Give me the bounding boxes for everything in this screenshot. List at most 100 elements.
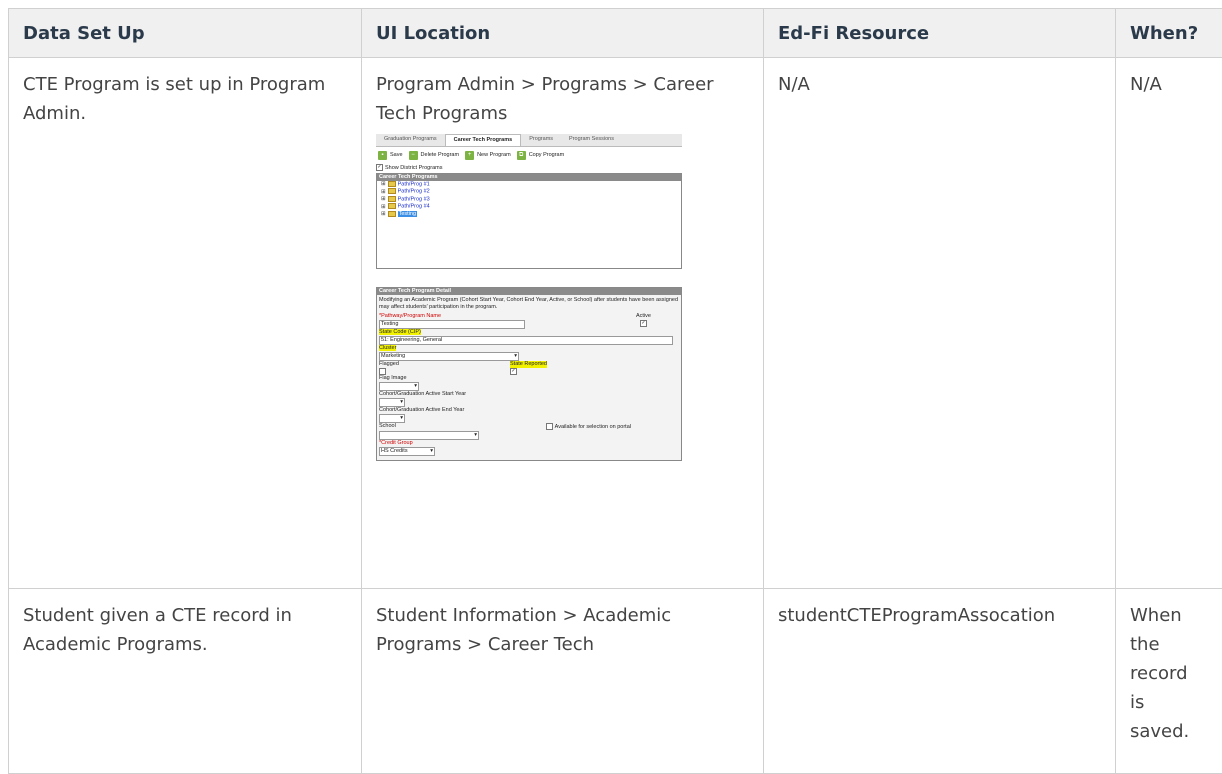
delete-icon: − bbox=[409, 151, 418, 160]
folder-icon bbox=[388, 188, 396, 194]
folder-icon bbox=[388, 181, 396, 187]
cell-data-set-up: CTE Program is set up in Program Admin. bbox=[9, 58, 362, 589]
credit-group-value: HS Credits bbox=[381, 448, 408, 454]
cell-data-set-up: Student given a CTE record in Academic P… bbox=[9, 589, 362, 774]
copy-icon: ⧉ bbox=[517, 151, 526, 160]
active-label: Active bbox=[636, 313, 651, 320]
cluster-select: Marketing ▾ bbox=[379, 352, 519, 361]
program-admin-screenshot: Graduation Programs Career Tech Programs… bbox=[376, 134, 682, 461]
flagged-label: Flagged bbox=[377, 361, 399, 368]
tree-item-label: Path/Prog #4 bbox=[398, 204, 430, 210]
flag-image-select: ▾ bbox=[379, 382, 419, 391]
program-tree: Career Tech Programs ⊞Path/Prog #1 ⊞Path… bbox=[376, 173, 682, 269]
cell-text: When the record is saved. bbox=[1130, 601, 1190, 746]
program-detail-panel: Career Tech Program Detail Modifying an … bbox=[376, 287, 682, 461]
copy-label: Copy Program bbox=[529, 152, 564, 159]
checkbox-checked-icon: ✓ bbox=[376, 164, 383, 171]
cell-when: When the record is saved. bbox=[1116, 589, 1222, 774]
save-icon: ▪ bbox=[378, 151, 387, 160]
state-reported-checkbox-icon: ✓ bbox=[510, 368, 517, 375]
cell-text: Program Admin > Programs > Career Tech P… bbox=[376, 70, 749, 128]
detail-header: Career Tech Program Detail bbox=[377, 288, 681, 295]
expand-icon: ⊞ bbox=[381, 211, 386, 217]
tree-item-label: Path/Prog #3 bbox=[398, 196, 430, 202]
screenshot-toolbar: ▪Save −Delete Program +New Program ⧉Copy… bbox=[376, 147, 682, 164]
cell-when: N/A bbox=[1116, 58, 1222, 589]
screenshot-tabs: Graduation Programs Career Tech Programs… bbox=[376, 134, 682, 147]
detail-note: Modifying an Academic Program (Cohort St… bbox=[377, 295, 681, 313]
credit-group-label: *Credit Group bbox=[377, 440, 681, 447]
expand-icon: ⊞ bbox=[381, 196, 386, 202]
tree-item-label: Path/Prog #1 bbox=[398, 181, 430, 187]
new-program-button: +New Program bbox=[465, 151, 511, 160]
table-row: Student given a CTE record in Academic P… bbox=[9, 589, 1222, 774]
chevron-down-icon: ▾ bbox=[514, 353, 517, 360]
cohort-end-label: Cohort/Graduation Active End Year bbox=[377, 407, 681, 414]
active-checkbox-icon: ✓ bbox=[640, 320, 647, 327]
cell-text: N/A bbox=[778, 70, 1101, 99]
folder-icon bbox=[388, 196, 396, 202]
copy-program-button: ⧉Copy Program bbox=[517, 151, 564, 160]
expand-icon: ⊞ bbox=[381, 181, 386, 187]
table-row: CTE Program is set up in Program Admin. … bbox=[9, 58, 1222, 589]
tree-item: ⊞ Path/Prog #3 bbox=[377, 196, 681, 203]
cohort-start-select: ▾ bbox=[379, 398, 405, 407]
tab-programs: Programs bbox=[521, 134, 561, 146]
save-button: ▪Save bbox=[378, 151, 403, 160]
tree-item: ⊞ Path/Prog #1 bbox=[377, 181, 681, 188]
header-ui-location: UI Location bbox=[362, 9, 764, 58]
cell-edfi-resource: studentCTEProgramAssocation bbox=[764, 589, 1116, 774]
header-data-set-up: Data Set Up bbox=[9, 9, 362, 58]
delete-program-button: −Delete Program bbox=[409, 151, 460, 160]
plus-icon: + bbox=[465, 151, 474, 160]
cell-text: Student given a CTE record in Academic P… bbox=[23, 601, 347, 659]
cell-ui-location: Program Admin > Programs > Career Tech P… bbox=[362, 58, 764, 589]
portal-checkbox-icon bbox=[546, 423, 553, 430]
chevron-down-icon: ▾ bbox=[414, 383, 417, 390]
new-label: New Program bbox=[477, 152, 511, 159]
flag-image-label: Flag Image bbox=[377, 375, 681, 382]
data-setup-table: Data Set Up UI Location Ed-Fi Resource W… bbox=[8, 8, 1222, 774]
chevron-down-icon: ▾ bbox=[430, 448, 433, 455]
chevron-down-icon: ▾ bbox=[474, 432, 477, 439]
portal-label: Available for selection on portal bbox=[555, 424, 631, 430]
cluster-value: Marketing bbox=[381, 353, 405, 359]
tab-program-sessions: Program Sessions bbox=[561, 134, 622, 146]
cell-edfi-resource: N/A bbox=[764, 58, 1116, 589]
state-code-field: 51: Engineering, General bbox=[379, 336, 673, 345]
tab-career-tech-programs: Career Tech Programs bbox=[445, 134, 522, 146]
cluster-label: Cluster bbox=[379, 345, 396, 351]
tree-item-label: Path/Prog #2 bbox=[398, 189, 430, 195]
tree-item: ⊞Path/Prog #2 bbox=[377, 188, 681, 195]
tree-item-label-selected: Testing bbox=[398, 211, 417, 217]
credit-group-select: HS Credits ▾ bbox=[379, 447, 435, 456]
tree-item: ⊞ Testing bbox=[377, 211, 681, 218]
expand-icon: ⊞ bbox=[381, 204, 386, 210]
name-field: Testing bbox=[379, 320, 525, 329]
cell-ui-location: Student Information > Academic Programs … bbox=[362, 589, 764, 774]
chevron-down-icon: ▾ bbox=[400, 415, 403, 422]
show-district-checkbox: ✓Show District Programs bbox=[376, 164, 682, 172]
folder-icon bbox=[388, 203, 396, 209]
show-district-label: Show District Programs bbox=[385, 165, 442, 171]
school-select: ▾ bbox=[379, 431, 479, 440]
cell-text: Student Information > Academic Programs … bbox=[376, 601, 749, 659]
school-label: School bbox=[377, 423, 396, 431]
header-edfi-resource: Ed-Fi Resource bbox=[764, 9, 1116, 58]
tab-graduation-programs: Graduation Programs bbox=[376, 134, 445, 146]
state-reported-label: State Reported bbox=[510, 361, 547, 368]
tree-header: Career Tech Programs bbox=[377, 174, 681, 181]
cell-text: studentCTEProgramAssocation bbox=[778, 601, 1101, 630]
name-label: *Pathway/Program Name bbox=[377, 313, 441, 320]
delete-label: Delete Program bbox=[421, 152, 460, 159]
table-header-row: Data Set Up UI Location Ed-Fi Resource W… bbox=[9, 9, 1222, 58]
cell-text: CTE Program is set up in Program Admin. bbox=[23, 70, 347, 128]
flagged-checkbox-icon bbox=[379, 368, 386, 375]
cohort-end-select: ▾ bbox=[379, 414, 405, 423]
chevron-down-icon: ▾ bbox=[400, 399, 403, 406]
tree-item: ⊞ Path/Prog #4 bbox=[377, 203, 681, 210]
cohort-start-label: Cohort/Graduation Active Start Year bbox=[377, 391, 681, 398]
state-code-label: State Code (CIP) bbox=[379, 329, 421, 335]
folder-icon bbox=[388, 211, 396, 217]
header-when: When? bbox=[1116, 9, 1222, 58]
